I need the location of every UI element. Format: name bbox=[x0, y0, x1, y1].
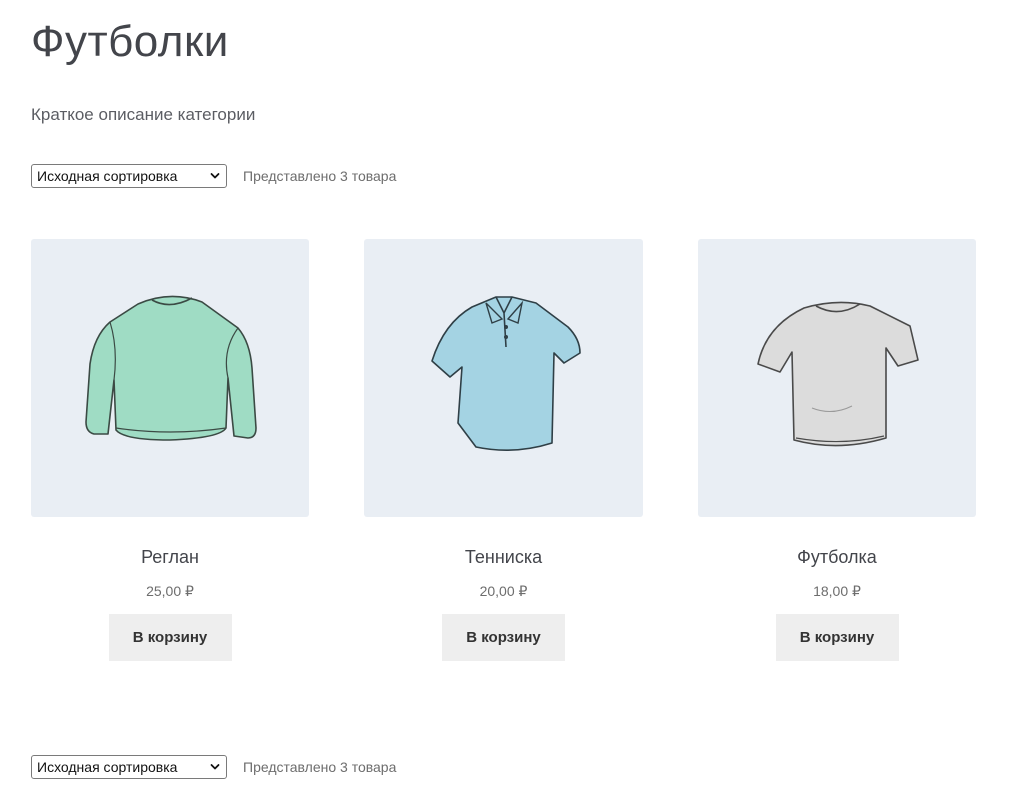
sort-select-value: Исходная сортировка bbox=[37, 759, 178, 775]
polo-shirt-icon bbox=[430, 296, 581, 451]
product-name[interactable]: Реглан bbox=[31, 545, 309, 569]
sort-select[interactable]: Исходная сортировка bbox=[31, 164, 227, 188]
longsleeve-shirt-icon bbox=[85, 295, 257, 441]
product-card: Тенниска 20,00 ₽ В корзину bbox=[364, 239, 643, 661]
add-to-cart-button[interactable]: В корзину bbox=[775, 614, 899, 661]
result-count: Представлено 3 товара bbox=[243, 168, 397, 184]
sorting-bar-bottom: Исходная сортировка Представлено 3 товар… bbox=[31, 755, 396, 779]
tshirt-icon bbox=[757, 301, 919, 447]
sort-select-value: Исходная сортировка bbox=[37, 168, 178, 184]
product-price: 25,00 ₽ bbox=[146, 583, 194, 599]
page-title: Футболки bbox=[31, 17, 229, 66]
product-name[interactable]: Тенниска bbox=[364, 545, 643, 569]
product-price: 18,00 ₽ bbox=[813, 583, 861, 599]
category-description: Краткое описание категории bbox=[31, 105, 256, 124]
add-to-cart-button[interactable]: В корзину bbox=[108, 614, 232, 661]
chevron-down-icon bbox=[210, 173, 220, 179]
product-image[interactable] bbox=[31, 239, 309, 517]
product-name[interactable]: Футболка bbox=[698, 545, 976, 569]
product-image[interactable] bbox=[698, 239, 976, 517]
sorting-bar-top: Исходная сортировка Представлено 3 товар… bbox=[31, 164, 396, 188]
chevron-down-icon bbox=[210, 764, 220, 770]
product-card: Реглан 25,00 ₽ В корзину bbox=[31, 239, 309, 661]
product-price: 20,00 ₽ bbox=[479, 583, 528, 599]
product-card: Футболка 18,00 ₽ В корзину bbox=[698, 239, 976, 661]
product-image[interactable] bbox=[364, 239, 643, 517]
result-count: Представлено 3 товара bbox=[243, 759, 397, 775]
add-to-cart-button[interactable]: В корзину bbox=[442, 614, 565, 661]
sort-select[interactable]: Исходная сортировка bbox=[31, 755, 227, 779]
